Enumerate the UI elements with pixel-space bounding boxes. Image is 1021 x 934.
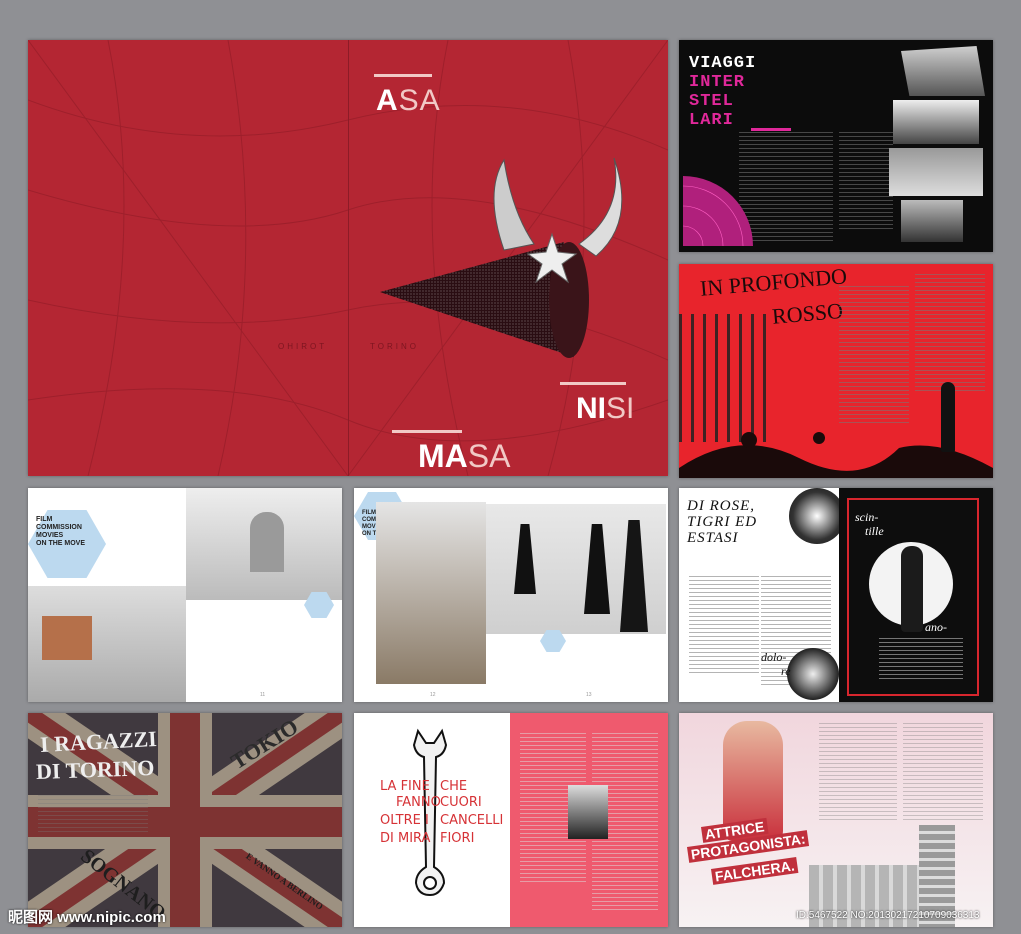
fine-right-4: FIORI: [440, 831, 475, 846]
cover-map-label-left: OHIROT: [278, 342, 328, 351]
cover-word-top-bold: A: [376, 84, 399, 117]
fine-left-2: FANNO: [396, 795, 441, 810]
viaggi-title-pink-3: LARI: [689, 111, 734, 130]
rose-spread: DI ROSE, TIGRI ED ESTASI dolo- re scin- …: [679, 488, 993, 702]
film-right-line-1: FILM: [362, 510, 376, 516]
fine-left-1: LA FINE: [380, 779, 430, 794]
rosso-spread: IN PROFONDO ROSSO: [679, 264, 993, 478]
fine-left-3: OLTRE I: [380, 813, 429, 828]
cover-spread: ASA NISI MASA OHIROT TORINO: [28, 40, 668, 476]
cover-word-top-rest: SA: [398, 84, 441, 117]
cover-word-mid-rest: SI: [606, 392, 635, 425]
film-spread-left: FILM COMMISSION MOVIES ON THE MOVE 11: [28, 488, 342, 702]
rosso-body-text: [839, 286, 909, 426]
fine-right-3: CANCELLI: [440, 813, 504, 828]
rose-script-2: tille: [865, 524, 884, 538]
cover-word-bottom: MASA: [418, 438, 510, 475]
cover-word-bottom-bold: MA: [418, 438, 468, 474]
rose-script-4: dolo-: [761, 650, 787, 664]
viaggi-body-text-2: [839, 132, 893, 232]
film-right-page-right: 13: [586, 692, 592, 698]
rosso-title-2: ROSSO: [771, 297, 844, 329]
attrice-body-text-1: [819, 723, 897, 823]
fine-right-2: CUORI: [440, 795, 482, 810]
film-photo-door: [250, 512, 284, 572]
ragazzi-title-2: DI TORINO: [35, 754, 155, 785]
rose-script-1: scin-: [855, 510, 879, 524]
rose-woman-figure: [901, 546, 923, 632]
viaggi-pink-bar: [751, 128, 791, 131]
fine-left-4: DI MIRA: [380, 831, 431, 846]
film-left-page-no: 11: [260, 692, 266, 698]
viaggi-spread: VIAGGI INTER STEL LARI: [679, 40, 993, 252]
viaggi-title-pink-2: STEL: [689, 92, 734, 111]
film-left-line-3: MOVIES: [36, 532, 64, 539]
film2-photo-workshop: [376, 502, 486, 684]
rose-flower-top: [789, 488, 845, 544]
fine-portrait-photo: [568, 785, 608, 839]
viaggi-photo-tower: [901, 46, 985, 96]
viaggi-photo-3: [889, 148, 983, 196]
watermark-id: ID:5467522 NO:20130217210709036313: [796, 910, 980, 921]
rose-script-3: ano-: [925, 620, 947, 634]
viaggi-photo-2: [893, 100, 979, 144]
film-left-line-1: FILM: [36, 516, 53, 523]
cover-spine: [348, 40, 349, 476]
cover-word-bottom-rest: SA: [467, 438, 511, 474]
attrice-spread: ATTRICE PROTAGONISTA: FALCHERA.: [679, 713, 993, 927]
rosso-body-text-2: [915, 274, 985, 392]
rose-body-text: [689, 576, 759, 676]
cover-rule-mid: [560, 382, 626, 385]
attrice-body-text-2: [903, 723, 983, 823]
film-left-line-4: ON THE MOVE: [36, 540, 86, 547]
viaggi-title-pink-1: INTER: [689, 73, 746, 92]
film-right-page-left: 12: [430, 692, 436, 698]
fine-right-1: CHE: [440, 779, 468, 794]
viaggi-photo-4: [901, 200, 963, 242]
rosso-title-1: IN PROFONDO: [699, 264, 848, 301]
rosso-silhouette: [941, 382, 955, 452]
rose-title-1: DI ROSE,: [687, 498, 755, 514]
film-spread-right: FILM COMMISSION MOVIES ON THE MOVE 12 13: [354, 488, 668, 702]
viaggi-title-white: VIAGGI: [689, 54, 757, 73]
rose-title-2: TIGRI ED: [687, 514, 758, 530]
rose-dark-body-text: [879, 638, 963, 682]
film-left-line-2: COMMISSION: [36, 524, 82, 531]
cover-word-mid: NISI: [576, 392, 634, 426]
rose-script-5: re: [781, 664, 791, 678]
rose-flower-bottom: [787, 648, 839, 700]
wrench-illustration: [412, 728, 448, 897]
ragazzi-spread: I RAGAZZI DI TORINO TOKIO SOGNANO E VANN…: [28, 713, 342, 927]
film-photo-brick-wall: [42, 616, 92, 660]
rose-title-3: ESTASI: [687, 530, 739, 546]
ragazzi-body-text: [38, 795, 148, 835]
cover-rule-top: [374, 74, 432, 77]
watermark-site: 昵图网 www.nipic.com: [8, 909, 166, 926]
fine-spread: LA FINE FANNO OLTRE I DI MIRA CHE CUORI …: [354, 713, 668, 927]
cover-word-mid-bold: NI: [576, 392, 606, 425]
cover-rule-bottom: [392, 430, 462, 433]
cover-word-top: ASA: [376, 84, 441, 118]
viaggi-radar-graphic: [683, 176, 753, 246]
megaphone-horns-illustration: [380, 157, 623, 358]
